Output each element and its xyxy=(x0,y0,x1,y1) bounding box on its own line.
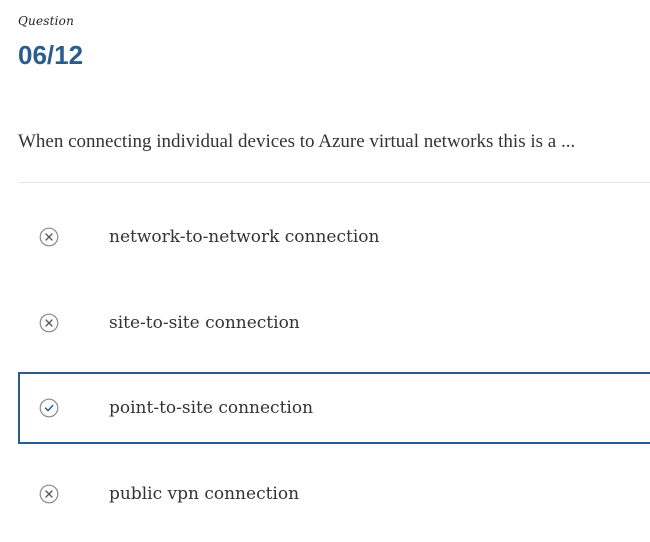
option-label: network-to-network connection xyxy=(109,227,380,247)
question-text: When connecting individual devices to Az… xyxy=(18,131,576,152)
answer-option-4[interactable]: public vpn connection xyxy=(18,458,650,530)
check-circle-icon xyxy=(39,398,59,418)
answer-option-1[interactable]: network-to-network connection xyxy=(18,201,650,273)
option-label: site-to-site connection xyxy=(109,313,300,333)
option-label: public vpn connection xyxy=(109,484,300,504)
question-counter: 06/12 xyxy=(18,40,84,70)
x-circle-icon xyxy=(39,484,59,504)
option-label: point-to-site connection xyxy=(109,398,314,418)
question-label: Question xyxy=(18,14,75,28)
divider xyxy=(18,182,650,183)
answer-option-3[interactable]: point-to-site connection xyxy=(18,372,650,444)
x-circle-icon xyxy=(39,313,59,333)
answer-option-2[interactable]: site-to-site connection xyxy=(18,287,650,359)
x-circle-icon xyxy=(39,227,59,247)
